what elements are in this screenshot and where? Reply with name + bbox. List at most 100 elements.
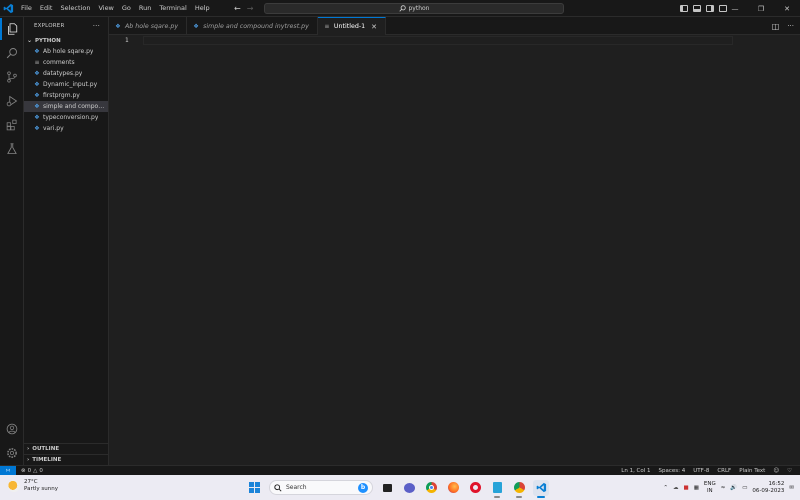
layout-controls <box>680 0 727 17</box>
windows-start-icon[interactable] <box>249 481 261 494</box>
windows-taskbar: 27°C Partly sunny Search b ⌃ ☁ ■ ▦ ENG I… <box>0 475 800 500</box>
end-of-line[interactable]: CRLF <box>717 468 731 474</box>
notification-center-icon[interactable]: ✉ <box>789 485 794 491</box>
menu-view[interactable]: View <box>94 0 117 17</box>
weather-widget[interactable]: 27°C Partly sunny <box>8 479 58 493</box>
folder-row-python[interactable]: ⌄ PYTHON <box>24 35 108 46</box>
editor-area[interactable]: 1 <box>109 35 800 465</box>
date: 06-09-2023 <box>752 487 785 494</box>
notepad-icon[interactable] <box>489 480 505 498</box>
firefox-icon[interactable] <box>445 480 461 496</box>
file-item[interactable]: ❖ Dynamic_input.py <box>24 79 108 90</box>
file-item[interactable]: ❖ typeconversion.py <box>24 112 108 123</box>
menu-go[interactable]: Go <box>118 0 135 17</box>
toggle-secondary-sidebar-icon[interactable] <box>706 5 714 12</box>
chevron-right-icon: › <box>27 446 30 452</box>
chevron-up-icon[interactable]: ⌃ <box>663 485 668 491</box>
accounts-icon[interactable] <box>0 418 24 440</box>
title-bar: File Edit Selection View Go Run Terminal… <box>0 0 800 17</box>
menu-terminal[interactable]: Terminal <box>155 0 190 17</box>
menu-bar: File Edit Selection View Go Run Terminal… <box>17 0 214 17</box>
explorer-icon[interactable] <box>0 18 24 40</box>
back-arrow-icon[interactable]: ← <box>234 4 241 13</box>
menu-help[interactable]: Help <box>191 0 214 17</box>
language-indicator[interactable]: ENG IN <box>704 481 716 495</box>
more-actions-icon[interactable]: ··· <box>787 22 794 30</box>
tab-simple-and-compound[interactable]: ❖ simple and compound inytrest.py <box>187 17 318 35</box>
problems-indicator[interactable]: ⊗ 0 △ 0 <box>21 468 43 474</box>
tab-untitled-1[interactable]: ≡ Untitled-1 ✕ <box>317 17 386 35</box>
file-item[interactable]: ❖ datatypes.py <box>24 68 108 79</box>
testing-icon[interactable] <box>0 138 24 160</box>
encoding[interactable]: UTF-8 <box>693 468 709 474</box>
timeline-section[interactable]: › TIMELINE <box>24 454 109 465</box>
file-name: vari.py <box>43 125 64 132</box>
volume-icon[interactable]: 🔊 <box>730 485 737 491</box>
source-control-icon[interactable] <box>0 66 24 88</box>
file-item[interactable]: ❖ vari.py <box>24 123 108 134</box>
status-bar: ›‹ ⊗ 0 △ 0 Ln 1, Col 1 Spaces: 4 UTF-8 C… <box>0 465 800 476</box>
antivirus-icon[interactable]: ■ <box>683 485 688 491</box>
lang-top: ENG <box>703 480 716 487</box>
explorer-title: EXPLORER <box>34 23 65 29</box>
explorer-header: EXPLORER ··· <box>24 17 108 35</box>
vscode-logo-icon <box>0 0 17 17</box>
teams-chat-icon[interactable] <box>401 480 417 496</box>
restore-button[interactable]: ❐ <box>748 0 774 17</box>
error-icon: ⊗ <box>21 467 26 474</box>
text-file-icon: ≡ <box>34 59 40 66</box>
battery-icon[interactable]: ▭ <box>742 485 747 491</box>
forward-arrow-icon[interactable]: → <box>247 4 254 13</box>
remote-indicator-icon[interactable]: ›‹ <box>0 465 16 476</box>
error-count: 0 <box>27 467 32 474</box>
close-window-button[interactable]: ✕ <box>774 0 800 17</box>
indentation[interactable]: Spaces: 4 <box>659 468 686 474</box>
settings-gear-icon[interactable] <box>0 442 24 464</box>
clock[interactable]: 16:52 06-09-2023 <box>752 481 784 495</box>
chrome-icon[interactable] <box>423 480 439 496</box>
python-file-icon: ❖ <box>34 92 40 99</box>
chevron-down-icon: ⌄ <box>27 37 33 44</box>
file-name: datatypes.py <box>43 70 83 77</box>
chrome-profile-icon[interactable] <box>511 480 527 498</box>
feedback-icon[interactable]: ☺ <box>773 468 779 474</box>
language-mode[interactable]: Plain Text <box>739 468 765 474</box>
split-editor-icon[interactable]: ◫ <box>772 22 780 31</box>
menu-edit[interactable]: Edit <box>36 0 57 17</box>
tab-ab-hole-sqare[interactable]: ❖ Ab hole sqare.py <box>109 17 188 35</box>
run-debug-icon[interactable] <box>0 90 24 112</box>
battery-tray-icon[interactable]: ▦ <box>694 485 699 491</box>
task-view-icon[interactable] <box>379 480 395 496</box>
file-name: typeconversion.py <box>43 114 99 121</box>
wifi-icon[interactable]: ≈ <box>721 485 726 491</box>
opera-icon[interactable] <box>467 480 483 496</box>
search-icon[interactable] <box>0 42 24 64</box>
tab-label: Ab hole sqare.py <box>125 22 179 30</box>
taskbar-search[interactable]: Search b <box>269 480 373 495</box>
python-file-icon: ❖ <box>34 103 40 110</box>
notifications-bell-icon[interactable]: ♡ <box>787 468 792 474</box>
file-item[interactable]: ❖ Ab hole sqare.py <box>24 46 108 57</box>
toggle-primary-sidebar-icon[interactable] <box>680 5 688 12</box>
file-item[interactable]: ❖ firstprgm.py <box>24 90 108 101</box>
cursor-position[interactable]: Ln 1, Col 1 <box>621 468 650 474</box>
close-tab-icon[interactable]: ✕ <box>371 23 377 31</box>
vscode-taskbar-icon[interactable] <box>533 479 549 498</box>
folder-name: PYTHON <box>35 37 61 44</box>
line-number: 1 <box>125 37 129 44</box>
text-file-icon: ≡ <box>324 23 330 30</box>
onedrive-icon[interactable]: ☁ <box>673 485 679 491</box>
file-item-selected[interactable]: ❖ simple and compound inytrest.py <box>24 101 108 112</box>
toggle-panel-icon[interactable] <box>693 5 701 12</box>
menu-file[interactable]: File <box>17 0 36 17</box>
navigation-arrows: ← → <box>234 0 253 17</box>
menu-selection[interactable]: Selection <box>56 0 94 17</box>
command-center-search[interactable]: python <box>264 3 564 14</box>
file-item[interactable]: ≡ comments <box>24 57 108 68</box>
outline-section[interactable]: › OUTLINE <box>24 443 109 454</box>
minimize-button[interactable]: — <box>722 0 748 17</box>
extensions-icon[interactable] <box>0 114 24 136</box>
weather-desc: Partly sunny <box>24 486 58 492</box>
menu-run[interactable]: Run <box>135 0 155 17</box>
more-actions-icon[interactable]: ··· <box>93 22 100 30</box>
